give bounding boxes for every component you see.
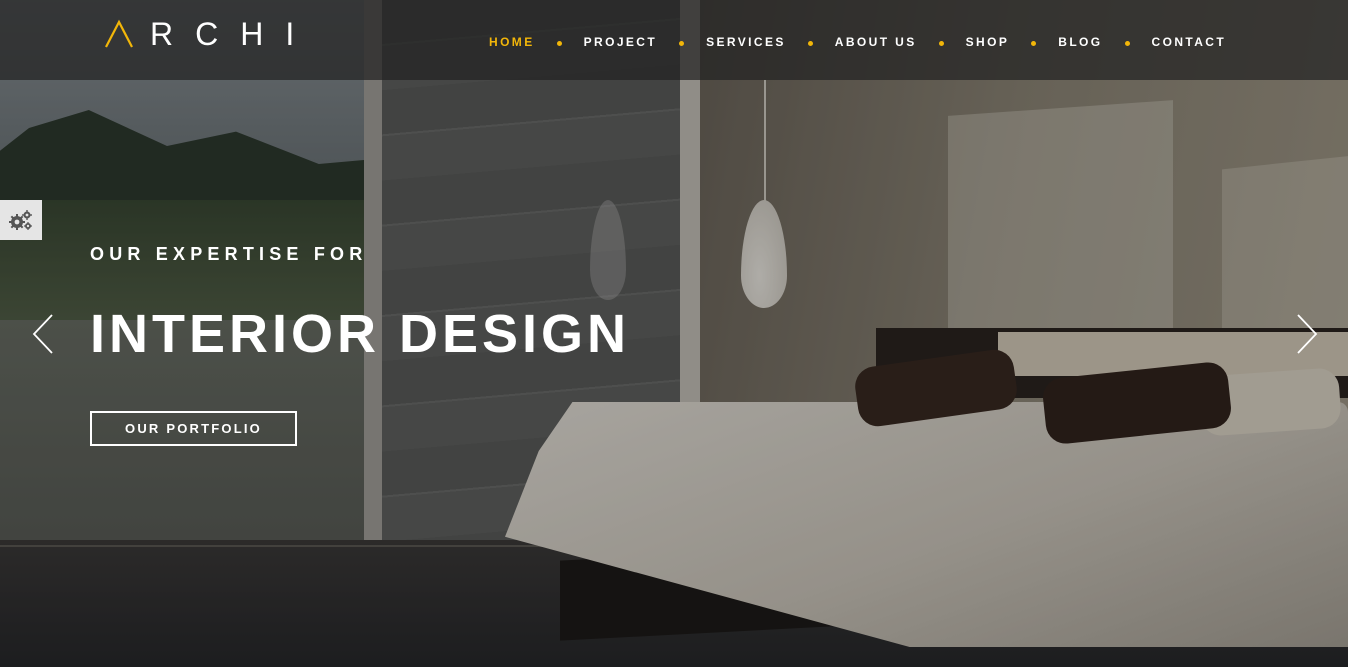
site-header: RCHI HOME PROJECT SERVICES ABOUT US SHOP… xyxy=(0,0,1348,80)
nav-separator-dot xyxy=(1031,40,1037,46)
gears-icon xyxy=(9,210,32,230)
nav-item-project[interactable]: PROJECT xyxy=(584,33,657,51)
nav-item-home[interactable]: HOME xyxy=(489,33,535,51)
hero-title: INTERIOR DESIGN xyxy=(90,304,631,364)
slider-prev-button[interactable] xyxy=(30,312,56,356)
settings-toggle-button[interactable] xyxy=(0,200,42,240)
nav-separator-dot xyxy=(556,40,562,46)
nav-item-services[interactable]: SERVICES xyxy=(706,33,786,51)
hero-subtitle: OUR EXPERTISE FOR xyxy=(90,244,368,264)
logo-text: RCHI xyxy=(150,16,317,52)
main-nav: HOME PROJECT SERVICES ABOUT US SHOP BLOG… xyxy=(489,33,1226,51)
nav-separator-dot xyxy=(679,40,685,46)
nav-separator-dot xyxy=(1124,40,1130,46)
our-portfolio-button[interactable]: OUR PORTFOLIO xyxy=(90,411,297,446)
nav-item-shop[interactable]: SHOP xyxy=(966,33,1010,51)
nav-item-about-us[interactable]: ABOUT US xyxy=(835,33,917,51)
chevron-left-icon xyxy=(32,314,53,354)
nav-item-blog[interactable]: BLOG xyxy=(1058,33,1102,51)
chevron-right-icon xyxy=(1297,314,1318,354)
nav-separator-dot xyxy=(807,40,813,46)
slider-next-button[interactable] xyxy=(1294,312,1320,356)
site-logo[interactable]: RCHI xyxy=(104,16,316,52)
nav-item-contact[interactable]: CONTACT xyxy=(1152,33,1227,51)
logo-a-icon xyxy=(105,19,133,48)
nav-separator-dot xyxy=(938,40,944,46)
